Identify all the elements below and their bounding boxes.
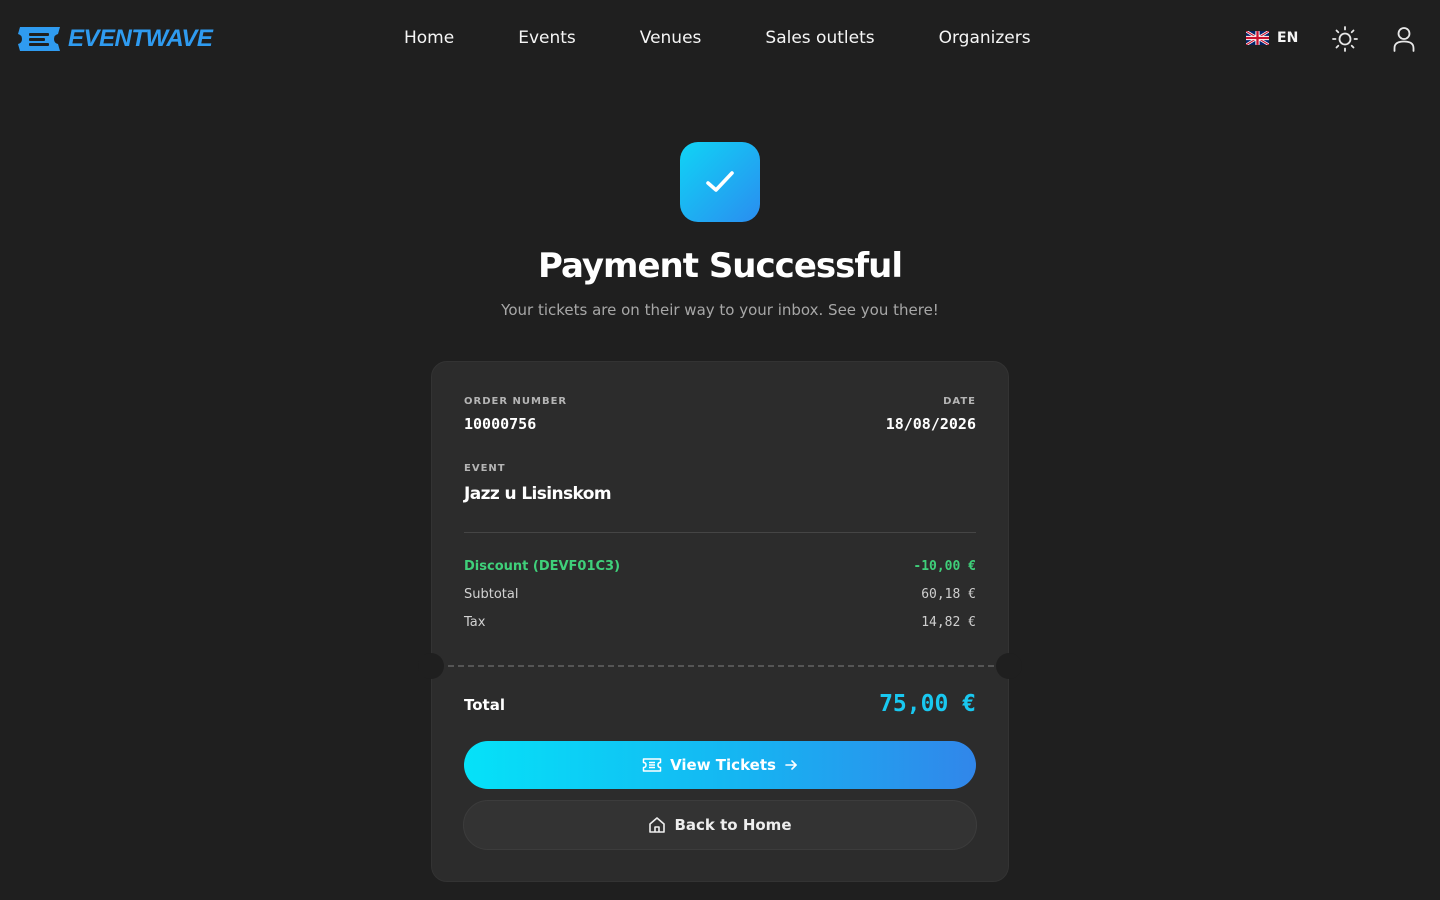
nav-events[interactable]: Events — [518, 26, 576, 50]
tax-label: Tax — [464, 615, 486, 630]
top-nav-bar: EVENTWAVE Home Events Venues Sales outle… — [0, 0, 1440, 78]
discount-value: -10,00 € — [913, 559, 976, 574]
total-label: Total — [464, 696, 505, 714]
view-tickets-label: View Tickets — [670, 756, 776, 774]
section-divider — [464, 532, 976, 533]
ticket-icon — [642, 758, 662, 772]
event-label: EVENT — [464, 463, 506, 474]
main-nav: Home Events Venues Sales outlets Organiz… — [404, 26, 1031, 50]
user-account-button[interactable] — [1390, 24, 1418, 54]
language-selector[interactable]: EN — [1246, 28, 1298, 48]
user-icon — [1393, 27, 1415, 52]
order-number: 10000756 — [464, 415, 537, 433]
success-badge — [680, 142, 760, 222]
nav-sales-outlets[interactable]: Sales outlets — [765, 26, 874, 50]
page-title: Payment Successful — [537, 246, 903, 286]
nav-home[interactable]: Home — [404, 26, 454, 50]
date-label: DATE — [943, 396, 976, 407]
page-subtitle: Your tickets are on their way to your in… — [501, 301, 939, 319]
view-tickets-button[interactable]: View Tickets — [464, 741, 976, 789]
back-to-home-label: Back to Home — [674, 816, 792, 834]
sun-icon — [1332, 26, 1358, 52]
back-to-home-button[interactable]: Back to Home — [463, 800, 977, 850]
order-number-label: ORDER NUMBER — [464, 396, 568, 407]
subtotal-label: Subtotal — [464, 587, 519, 602]
order-summary-card: ORDER NUMBER 10000756 DATE 18/08/2026 EV… — [418, 361, 1022, 882]
arrow-right-icon — [785, 760, 797, 770]
subtotal-value: 60,18 € — [921, 587, 976, 602]
brand-name: EVENTWAVE — [68, 25, 213, 52]
uk-flag-icon — [1246, 31, 1269, 45]
order-date: 18/08/2026 — [885, 415, 976, 433]
nav-organizers[interactable]: Organizers — [939, 26, 1031, 50]
total-value: 75,00 € — [879, 691, 976, 717]
brand-logo[interactable]: EVENTWAVE — [16, 25, 213, 53]
ticket-logo-icon — [18, 27, 60, 51]
theme-toggle-button[interactable] — [1329, 23, 1361, 55]
check-icon — [706, 171, 734, 192]
language-code: EN — [1277, 30, 1299, 46]
discount-label: Discount (DEVF01C3) — [464, 559, 621, 574]
home-icon — [649, 817, 666, 833]
tax-value: 14,82 € — [921, 615, 976, 630]
ticket-notch-right — [996, 653, 1022, 679]
ticket-notch-left — [418, 653, 444, 679]
event-name: Jazz u Lisinskom — [464, 484, 612, 504]
nav-venues[interactable]: Venues — [640, 26, 702, 50]
perforation-line — [448, 665, 994, 667]
